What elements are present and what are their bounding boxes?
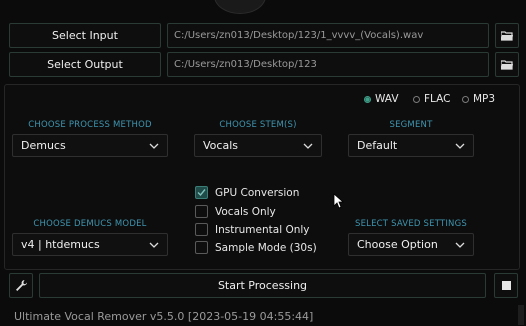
demucs-model-value: v4 | htdemucs <box>21 238 100 251</box>
checkbox-icon <box>195 241 208 254</box>
format-wav-label: WAV <box>375 93 399 105</box>
radio-icon <box>462 95 469 103</box>
output-path-text: C:/Users/zn013/Desktop/123 <box>174 59 317 70</box>
folder-icon <box>501 59 513 70</box>
vocals-only-checkbox[interactable]: Vocals Only <box>195 205 276 218</box>
chevron-down-icon <box>303 143 313 149</box>
gpu-conversion-label: GPU Conversion <box>215 186 300 199</box>
format-mp3-label: MP3 <box>473 93 496 105</box>
segment-dropdown[interactable]: Default <box>348 134 474 157</box>
checkbox-icon <box>195 205 208 218</box>
radio-icon <box>413 95 420 103</box>
sample-mode-label: Sample Mode (30s) <box>215 241 317 254</box>
process-method-value: Demucs <box>21 139 66 152</box>
process-method-label: CHOOSE PROCESS METHOD <box>28 120 152 130</box>
saved-settings-dropdown[interactable]: Choose Option <box>348 233 474 256</box>
settings-wrench-button[interactable] <box>9 273 33 298</box>
start-processing-label: Start Processing <box>217 279 308 292</box>
format-radio-mp3[interactable]: MP3 <box>462 93 495 105</box>
checkbox-icon <box>195 223 208 236</box>
segment-value: Default <box>357 139 398 152</box>
saved-settings-label: SELECT SAVED SETTINGS <box>354 219 467 229</box>
stems-value: Vocals <box>203 139 238 152</box>
open-input-folder-button[interactable] <box>495 23 519 48</box>
select-output-label: Select Output <box>47 58 123 71</box>
chevron-down-icon <box>149 143 159 149</box>
select-input-button[interactable]: Select Input <box>9 23 161 48</box>
wrench-icon <box>15 280 27 291</box>
radio-selected-icon <box>364 95 371 103</box>
output-path-field[interactable]: C:/Users/zn013/Desktop/123 <box>167 52 489 77</box>
demucs-model-label: CHOOSE DEMUCS MODEL <box>33 219 147 229</box>
select-input-label: Select Input <box>52 29 118 42</box>
instrumental-only-checkbox[interactable]: Instrumental Only <box>195 223 310 236</box>
folder-icon <box>501 30 513 41</box>
open-output-folder-button[interactable] <box>495 52 519 77</box>
segment-label: SEGMENT <box>389 120 433 130</box>
demucs-model-dropdown[interactable]: v4 | htdemucs <box>12 233 168 256</box>
console-scrollbar[interactable] <box>518 305 524 325</box>
chevron-down-icon <box>455 143 465 149</box>
mouse-cursor-icon <box>333 193 345 209</box>
stop-icon <box>501 281 511 290</box>
format-radio-flac[interactable]: FLAC <box>413 93 450 105</box>
instrumental-only-label: Instrumental Only <box>215 223 310 236</box>
stop-button[interactable] <box>494 273 518 298</box>
sample-mode-checkbox[interactable]: Sample Mode (30s) <box>195 241 317 254</box>
stems-dropdown[interactable]: Vocals <box>194 134 322 157</box>
chevron-down-icon <box>455 242 465 248</box>
input-path-text: C:/Users/zn013/Desktop/123/1_vvvv_(Vocal… <box>174 30 424 41</box>
gpu-conversion-checkbox[interactable]: GPU Conversion <box>195 186 299 199</box>
input-path-field[interactable]: C:/Users/zn013/Desktop/123/1_vvvv_(Vocal… <box>167 23 489 48</box>
select-output-button[interactable]: Select Output <box>9 52 161 77</box>
chevron-down-icon <box>149 242 159 248</box>
vocals-only-label: Vocals Only <box>215 205 276 218</box>
saved-settings-value: Choose Option <box>357 238 438 251</box>
format-radio-wav[interactable]: WAV <box>364 93 399 105</box>
status-text: Ultimate Vocal Remover v5.5.0 [2023-05-1… <box>14 310 314 323</box>
start-processing-button[interactable]: Start Processing <box>39 273 486 298</box>
format-flac-label: FLAC <box>424 93 451 105</box>
checkbox-checked-icon <box>195 186 208 199</box>
stems-label: CHOOSE STEM(S) <box>219 120 297 130</box>
top-logo-circle <box>214 0 266 14</box>
process-method-dropdown[interactable]: Demucs <box>12 134 168 157</box>
